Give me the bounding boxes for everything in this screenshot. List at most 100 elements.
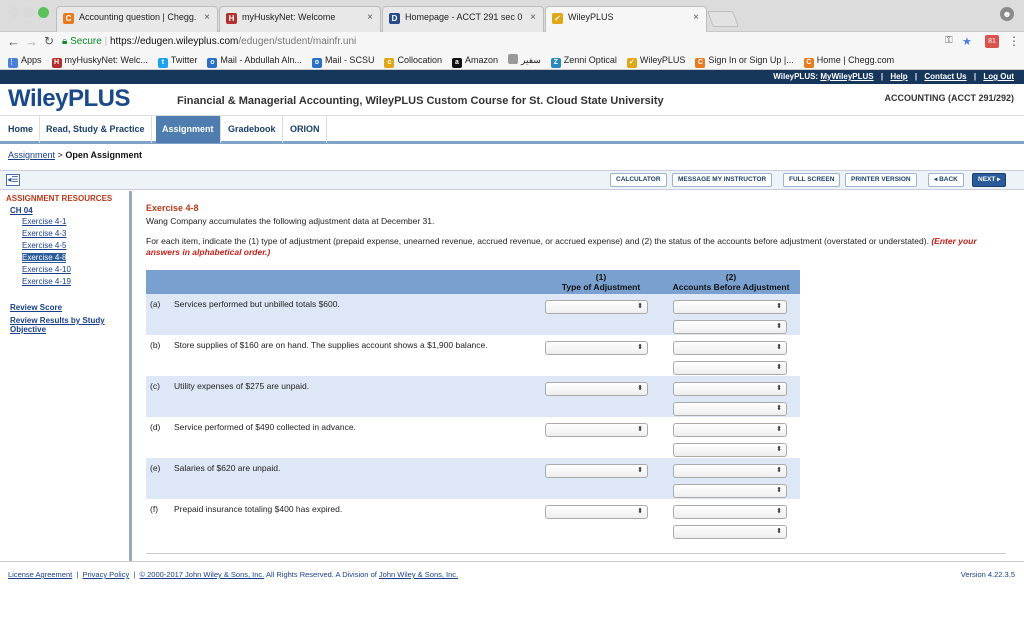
bookmark-item[interactable]: Z Zenni Optical [550, 52, 617, 68]
account-status-select-1[interactable]: ⬍ [673, 423, 787, 437]
account-status-select-2[interactable]: ⬍ [673, 484, 787, 498]
browser-tab-d2l[interactable]: D Homepage - ACCT 291 sec 0 × [382, 6, 544, 32]
message-instructor-button[interactable]: MESSAGE MY INSTRUCTOR [672, 173, 773, 187]
bookmark-item[interactable]: o Mail - Abdullah Aln... [207, 52, 302, 68]
chapter-link[interactable]: CH 04 [10, 206, 129, 215]
wiley-link[interactable]: John Wiley & Sons, Inc. [379, 570, 458, 579]
account-status-select-1[interactable]: ⬍ [673, 382, 787, 396]
account-status-select-2[interactable]: ⬍ [673, 402, 787, 416]
bookmark-label: سفير [521, 55, 541, 65]
bookmark-star-icon[interactable]: ★ [962, 35, 972, 48]
bookmark-item[interactable]: ⋮⋮Apps [8, 52, 42, 68]
tab-home[interactable]: Home [2, 116, 41, 143]
browser-menu-icon[interactable]: ⋮ [1008, 34, 1020, 48]
breadcrumb-assignment-link[interactable]: Assignment [8, 150, 55, 160]
close-tab-icon[interactable]: × [367, 12, 373, 23]
account-status-select-1[interactable]: ⬍ [673, 505, 787, 519]
exercise-link-current[interactable]: Exercise 4-8 [22, 253, 67, 263]
calculator-button[interactable]: CALCULATOR [610, 173, 667, 187]
exercise-link[interactable]: Exercise 4-3 [22, 229, 66, 239]
bookmark-item[interactable]: o Mail - SCSU [311, 52, 374, 68]
next-button[interactable]: NEXT ▸ [972, 173, 1007, 187]
account-status-select-1[interactable]: ⬍ [673, 464, 787, 478]
bookmark-label: Amazon [464, 55, 499, 65]
course-code: ACCOUNTING (ACCT 291/292) [884, 93, 1014, 103]
exercise-link[interactable]: Exercise 4-5 [22, 241, 66, 251]
review-results-link[interactable]: Review Results by Study [10, 316, 129, 325]
license-agreement-link[interactable]: License Agreement [8, 570, 72, 579]
minimize-window-icon[interactable] [23, 7, 34, 18]
bookmark-item[interactable]: HmyHuskyNet: Welc... [51, 52, 148, 68]
exercise-link[interactable]: Exercise 4-1 [22, 217, 66, 227]
account-status-select-1[interactable]: ⬍ [673, 300, 787, 314]
bookmark-item[interactable]: C Home | Chegg.com [803, 52, 894, 68]
exercise-link[interactable]: Exercise 4-19 [22, 277, 71, 287]
type-of-adjustment-select[interactable]: ⬍ [545, 341, 648, 355]
type-of-adjustment-select[interactable]: ⬍ [545, 505, 648, 519]
url-field[interactable]: 🔒︎ Secure | https://edugen.wileyplus.com… [62, 34, 982, 50]
account-status-select-2[interactable]: ⬍ [673, 443, 787, 457]
type-of-adjustment-select[interactable]: ⬍ [545, 300, 648, 314]
bookmark-label: Collocation [397, 55, 442, 65]
full-screen-button[interactable]: FULL SCREEN [783, 173, 841, 187]
browser-tab-chegg[interactable]: C Accounting question | Chegg. × [56, 6, 218, 32]
close-tab-icon[interactable]: × [693, 12, 699, 23]
type-of-adjustment-select[interactable]: ⬍ [545, 382, 648, 396]
extension-badge-icon[interactable]: 81 [985, 35, 999, 48]
maximize-window-icon[interactable] [38, 7, 49, 18]
new-tab-button[interactable] [707, 11, 739, 27]
exercise-link[interactable]: Exercise 4-10 [22, 265, 71, 275]
wiley-top-links: WileyPLUS: MyWileyPLUS | Help | Contact … [0, 70, 1024, 84]
back-button[interactable]: ◂ BACK [928, 173, 964, 187]
tab-orion[interactable]: ORION [284, 116, 327, 143]
bookmark-label: Sign In or Sign Up |... [708, 55, 794, 65]
account-status-select-2[interactable]: ⬍ [673, 320, 787, 334]
main-nav: Home Read, Study & Practice Assignment G… [0, 116, 1024, 144]
collapse-sidebar-icon[interactable]: ◂☰ [6, 174, 20, 186]
account-status-select-2[interactable]: ⬍ [673, 361, 787, 375]
review-results-link-cont[interactable]: Objective [10, 325, 129, 334]
mywileyplus-link[interactable]: MyWileyPLUS [820, 72, 873, 81]
copyright-link[interactable]: © 2000-2017 John Wiley & Sons, Inc. [140, 570, 265, 579]
close-tab-icon[interactable]: × [530, 12, 536, 23]
d2l-icon: D [389, 13, 400, 24]
bookmarks-bar: ⋮⋮Apps HmyHuskyNet: Welc... t Twitter o Mail … [0, 52, 1024, 70]
back-arrow-icon[interactable]: ← [7, 34, 20, 49]
key-icon[interactable]: ⚿ [945, 35, 953, 46]
course-title: Financial & Managerial Accounting, Wiley… [177, 95, 664, 107]
printer-version-button[interactable]: PRINTER VERSION [845, 173, 917, 187]
forward-arrow-icon[interactable]: → [25, 34, 38, 49]
table-row: (c) Utility expenses of $275 are unpaid. ⬍… [146, 376, 800, 417]
privacy-policy-link[interactable]: Privacy Policy [83, 570, 130, 579]
bookmark-item[interactable]: c Collocation [384, 52, 442, 68]
row-label: (e) [150, 463, 161, 473]
bookmark-item[interactable]: t Twitter [157, 52, 197, 68]
log-out-link[interactable]: Log Out [983, 72, 1014, 81]
browser-tab-myhuskynet[interactable]: H myHuskyNet: Welcome × [219, 6, 381, 32]
contact-us-link[interactable]: Contact Us [924, 72, 966, 81]
bookmark-item[interactable]: a Amazon [451, 52, 499, 68]
instructions-text: For each item, indicate the (1) type of … [146, 236, 929, 246]
tab-assignment[interactable]: Assignment [156, 116, 221, 143]
bookmark-icon: C [803, 58, 814, 68]
close-window-icon[interactable] [8, 7, 19, 18]
account-status-select-2[interactable]: ⬍ [673, 525, 787, 539]
type-of-adjustment-select[interactable]: ⬍ [545, 423, 648, 437]
type-of-adjustment-select[interactable]: ⬍ [545, 464, 648, 478]
bookmark-item[interactable]: C Sign In or Sign Up |... [695, 52, 794, 68]
bookmark-item[interactable]: ✓ WileyPLUS [626, 52, 685, 68]
help-link[interactable]: Help [890, 72, 907, 81]
bookmark-item[interactable]: سفير [508, 52, 541, 68]
tab-read-study-practice[interactable]: Read, Study & Practice [40, 116, 152, 143]
profile-icon[interactable]: ☻ [1000, 7, 1014, 21]
row-text: Utility expenses of $275 are unpaid. [174, 381, 310, 391]
reload-icon[interactable]: ↻ [44, 34, 54, 48]
browser-tab-wileyplus[interactable]: ✓ WileyPLUS × [545, 6, 707, 33]
account-status-select-1[interactable]: ⬍ [673, 341, 787, 355]
table-row: (f) Prepaid insurance totaling $400 has e… [146, 499, 800, 540]
close-tab-icon[interactable]: × [204, 12, 210, 23]
wileyplus-logo[interactable]: WileyPLUS [8, 85, 130, 113]
row-text: Store supplies of $160 are on hand. The … [174, 340, 488, 350]
review-score-link[interactable]: Review Score [10, 303, 129, 312]
tab-gradebook[interactable]: Gradebook [222, 116, 283, 143]
